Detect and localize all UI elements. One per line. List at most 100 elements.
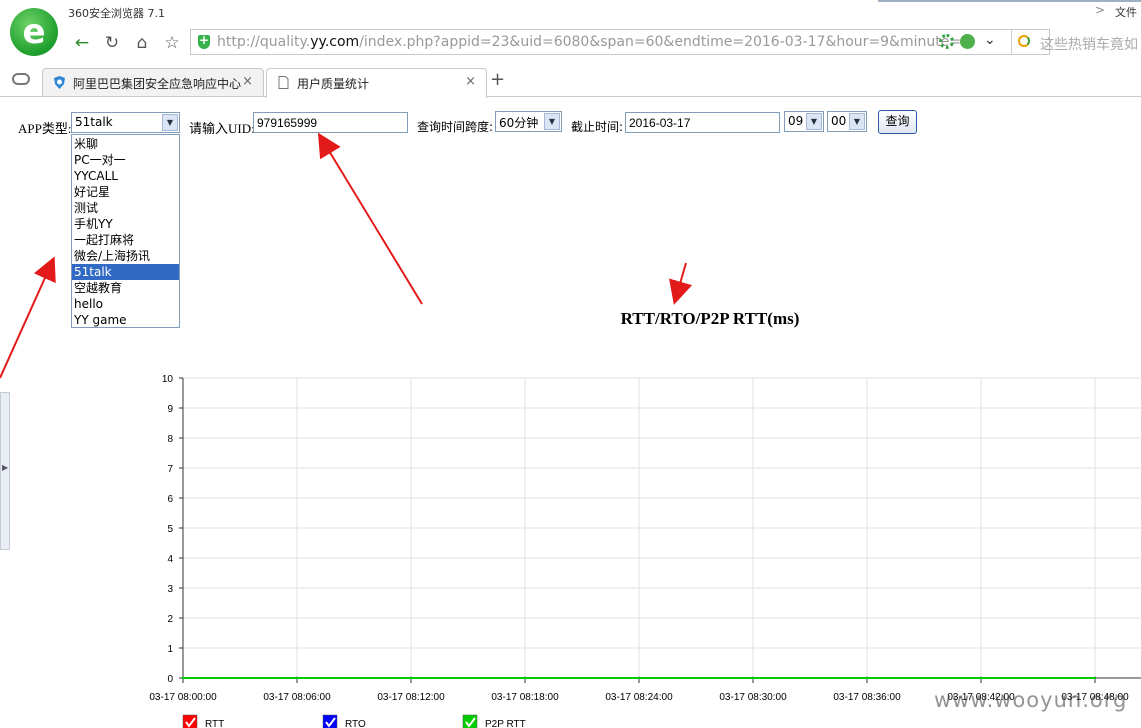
arrow-to-chart-title [669, 262, 693, 305]
y-tick-label: 8 [167, 434, 173, 445]
time-span-value: 60分钟 [499, 116, 539, 130]
data-point [637, 676, 641, 680]
chevron-down-icon[interactable]: ▼ [806, 113, 822, 130]
url-prefix: http://quality. [217, 34, 311, 50]
security-shield-icon [198, 32, 210, 49]
address-bar[interactable]: http://quality.yy.com/index.php?appid=23… [190, 29, 1050, 55]
legend-label: P2P RTT [485, 719, 526, 728]
data-point [295, 676, 299, 680]
minute-select[interactable]: 00 ▼ [827, 111, 867, 132]
app-option[interactable]: 手机YY [72, 216, 179, 232]
back-arrow-icon[interactable]: ← [70, 31, 94, 55]
y-tick-label: 5 [167, 524, 173, 535]
url-text[interactable]: http://quality.yy.com/index.php?appid=23… [217, 34, 970, 50]
hour-select[interactable]: 09 ▼ [784, 111, 824, 132]
shield-favicon-icon [54, 76, 65, 89]
cloud-icon[interactable] [12, 73, 30, 85]
file-menu[interactable]: 文件 [1115, 4, 1137, 20]
y-tick-label: 6 [167, 494, 173, 505]
uid-input[interactable] [253, 112, 408, 133]
y-tick-label: 4 [167, 554, 173, 565]
data-point [523, 676, 527, 680]
home-icon[interactable]: ⌂ [130, 31, 154, 55]
minute-value: 00 [831, 114, 847, 128]
app-option[interactable]: 米聊 [72, 136, 179, 152]
legend-label: RTO [345, 719, 366, 728]
app-option[interactable]: hello [72, 296, 179, 312]
browser-title: 360安全浏览器 7.1 [68, 7, 165, 20]
chevron-down-icon[interactable]: ▼ [162, 114, 178, 131]
y-tick-label: 9 [167, 404, 173, 415]
app-type-value: 51talk [75, 115, 113, 129]
tab-alibaba-src[interactable]: 阿里巴巴集团安全应急响应中心 × [42, 68, 264, 96]
close-icon[interactable]: × [465, 74, 476, 89]
browser-titlebar: 360安全浏览器 7.1 > 文件 [0, 0, 1141, 28]
app-type-dropdown-list[interactable]: 米聊 PC一对一 YYCALL 好记星 测试 手机YY 一起打麻将 微会/上海扬讯 51talk… [71, 134, 180, 328]
titlebar-accent-line [878, 0, 1141, 2]
search-placeholder: 这些热销车竟如 [1040, 37, 1138, 53]
speedup-icon[interactable] [939, 34, 954, 49]
y-tick-label: 2 [167, 614, 173, 625]
data-point [979, 676, 983, 680]
chevron-down-icon[interactable]: ⌄ [984, 32, 996, 48]
app-option[interactable]: YYCALL [72, 168, 179, 184]
app-type-select[interactable]: 51talk ▼ [71, 112, 180, 133]
legend-label: RTT [205, 719, 224, 728]
x-tick-label: 03-17 08:36:00 [833, 692, 901, 703]
data-point [1093, 676, 1097, 680]
app-option[interactable]: 空越教育 [72, 280, 179, 296]
chart-title: RTT/RTO/P2P RTT(ms) [620, 309, 800, 328]
search-box[interactable]: 这些热销车竟如 [1011, 29, 1141, 55]
arrow-to-uid-input [317, 132, 423, 305]
page-favicon-icon [278, 76, 289, 89]
close-icon[interactable]: × [242, 74, 253, 89]
url-path: /index.php?appid=23&uid=6080&span=60&end… [359, 34, 970, 50]
x-tick-label: 03-17 08:00:00 [149, 692, 217, 703]
chevron-down-icon[interactable]: ▼ [849, 113, 865, 130]
tab-bar: 阿里巴巴集团安全应急响应中心 × 用户质量统计 × + [0, 66, 1141, 98]
y-tick-label: 10 [162, 374, 174, 385]
app-option[interactable]: 一起打麻将 [72, 232, 179, 248]
app-option[interactable]: PC一对一 [72, 152, 179, 168]
hour-value: 09 [788, 114, 804, 128]
app-option[interactable]: 51talk [72, 264, 179, 280]
data-point [751, 676, 755, 680]
y-tick-label: 7 [167, 464, 173, 475]
x-tick-label: 03-17 08:06:00 [263, 692, 331, 703]
tab-label: 用户质量统计 [297, 77, 370, 91]
watermark: www.wooyun.org [934, 688, 1128, 712]
leaf-icon[interactable] [960, 34, 975, 49]
star-icon[interactable]: ☆ [160, 31, 184, 55]
app-type-label: APP类型: [18, 121, 72, 136]
y-tick-label: 3 [167, 584, 173, 595]
data-point [409, 676, 413, 680]
x-tick-label: 03-17 08:30:00 [719, 692, 787, 703]
data-point [865, 676, 869, 680]
uid-label: 请输入UID: [189, 121, 255, 136]
time-span-select[interactable]: 60分钟 ▼ [495, 111, 562, 132]
app-option[interactable]: 微会/上海扬讯 [72, 248, 179, 264]
chevron-right-icon[interactable]: > [1095, 3, 1105, 17]
search-engine-icon [1018, 35, 1030, 47]
data-point [181, 676, 185, 680]
end-time-label: 截止时间: [571, 120, 624, 134]
tab-user-quality[interactable]: 用户质量统计 × [266, 68, 487, 98]
navigation-bar: ← ↻ ⌂ ☆ http://quality.yy.com/index.php?… [66, 28, 1141, 58]
y-tick-label: 1 [167, 644, 173, 655]
url-action-icons [939, 34, 981, 49]
app-option[interactable]: 测试 [72, 200, 179, 216]
query-button[interactable]: 查询 [878, 110, 917, 134]
y-tick-label: 0 [167, 674, 173, 685]
browser-logo-icon[interactable]: e [10, 8, 58, 56]
rtt-line-chart: 0 1 2 3 4 5 6 7 8 9 10 03-17 08:00:00 03-17 08:06:00… [149, 374, 1141, 728]
end-date-input[interactable] [625, 112, 780, 133]
app-option[interactable]: 好记星 [72, 184, 179, 200]
x-tick-label: 03-17 08:18:00 [491, 692, 559, 703]
chevron-down-icon[interactable]: ▼ [544, 113, 560, 130]
url-domain: yy.com [310, 34, 360, 50]
refresh-icon[interactable]: ↻ [100, 31, 124, 55]
span-label: 查询时间跨度: [417, 120, 494, 134]
tab-label: 阿里巴巴集团安全应急响应中心 [73, 77, 242, 91]
app-option[interactable]: YY game [72, 312, 179, 328]
new-tab-plus-icon[interactable]: + [490, 69, 505, 90]
